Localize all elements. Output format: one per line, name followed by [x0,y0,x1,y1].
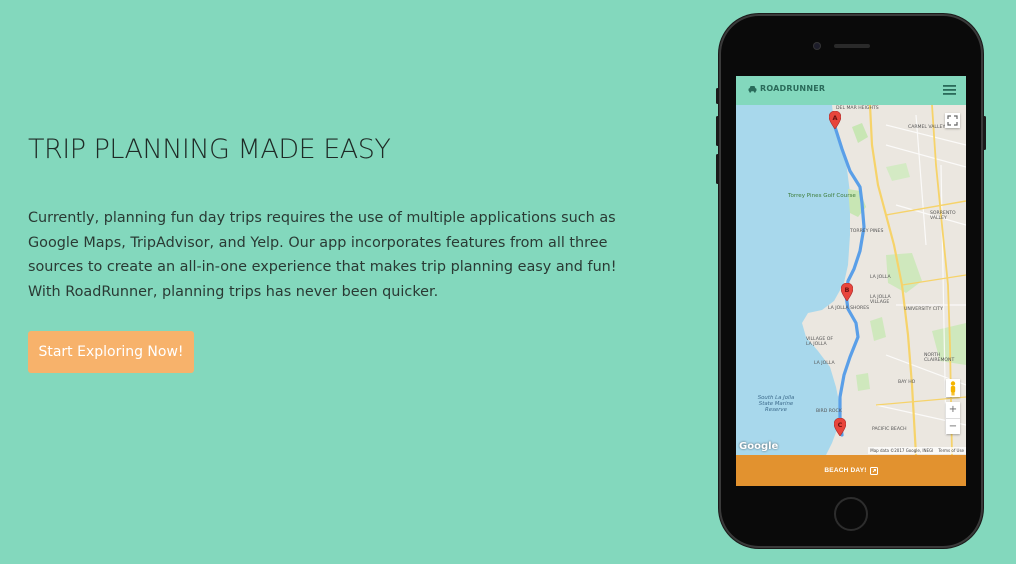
phone-mockup: ROADRUNNER DEL MAR HEIGHTS CARMEL VALLEY… [716,14,986,548]
hero-description: Currently, planning fun day trips requir… [28,210,617,300]
route-marker-b[interactable]: B [841,283,853,301]
zoom-out-button[interactable]: − [946,418,960,435]
map-label-bay-ho: BAY HO [898,380,916,385]
route-marker-c[interactable]: C [834,418,846,436]
map-label-torrey-pines: TORREY PINES [850,229,884,234]
hero-title: TRIP PLANNING MADE EASY [28,134,391,165]
phone-volume-down [716,154,719,184]
map-label-carmel-valley: CARMEL VALLEY [908,125,946,130]
zoom-controls: + − [946,402,960,434]
app-brand[interactable]: ROADRUNNER [748,84,825,93]
zoom-in-button[interactable]: + [946,402,960,418]
google-logo: Google [739,441,779,452]
map-terms-link[interactable]: Terms of Use [938,448,964,453]
map-label-marine-reserve: South La Jolla State Marine Reserve [757,395,795,413]
hamburger-menu-icon[interactable] [943,85,956,95]
external-link-icon [869,466,878,475]
beach-day-button[interactable]: BEACH DAY! [736,455,966,486]
marker-letter-a: A [832,114,838,122]
map-label-la-jolla-shores: LA JOLLA SHORES [828,306,870,311]
marker-letter-c: C [837,421,843,429]
earpiece-speaker [834,44,870,48]
car-icon [748,85,757,93]
map-label-north-clairemont: NORTH CLAIREMONT [924,353,955,363]
map-label-torrey-pines-golf: Torrey Pines Golf Course [788,193,856,199]
map-label-del-mar-heights: DEL MAR HEIGHTS [836,106,879,111]
marker-letter-b: B [844,286,850,294]
start-exploring-button[interactable]: Start Exploring Now! [28,331,194,373]
pegman-icon [950,381,956,396]
beach-day-label: BEACH DAY! [824,467,867,474]
map-label-pacific-beach: PACIFIC BEACH [872,427,907,432]
map-label-la-jolla-2: LA JOLLA [814,361,835,366]
fullscreen-icon [947,115,958,126]
map-attribution: Map data ©2017 Google, INEGI Terms of Us… [868,447,966,454]
route-marker-a[interactable]: A [829,111,841,129]
home-button[interactable] [834,497,868,531]
front-camera [813,42,821,50]
app-header: ROADRUNNER [736,76,966,105]
map-label-la-jolla-village: LA JOLLA VILLAGE [870,295,891,305]
map-label-university-city: UNIVERSITY CITY [904,307,943,312]
app-brand-label: ROADRUNNER [760,84,826,93]
map-label-bird-rock: BIRD ROCK [816,409,842,414]
map-label-sorrento-valley: SORRENTO VALLEY [930,211,956,221]
fullscreen-button[interactable] [945,113,960,128]
map-label-la-jolla: LA JOLLA [870,275,891,280]
phone-mute-switch [716,88,719,104]
map-label-village-of-la-jolla: VILLAGE OF LA JOLLA [806,337,833,347]
phone-power-button [983,116,986,150]
phone-volume-up [716,116,719,146]
street-view-pegman[interactable] [946,379,960,397]
map-attribution-text: Map data ©2017 Google, INEGI [870,448,934,453]
phone-screen: ROADRUNNER DEL MAR HEIGHTS CARMEL VALLEY… [736,76,966,486]
route-map[interactable]: DEL MAR HEIGHTS CARMEL VALLEY Torrey Pin… [736,105,966,455]
